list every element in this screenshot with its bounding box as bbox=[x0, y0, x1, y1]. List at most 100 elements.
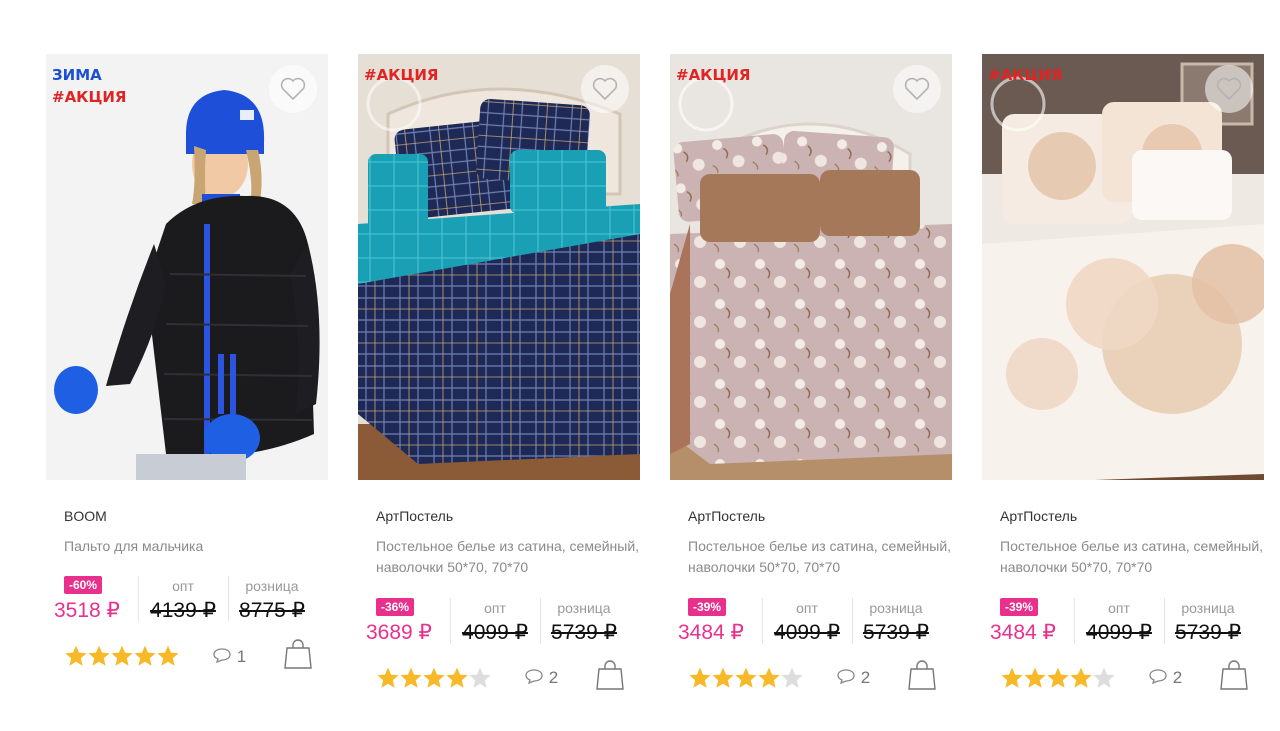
star-icon bbox=[377, 667, 399, 688]
product-title[interactable]: Пальто для мальчика bbox=[64, 536, 334, 557]
opt-price: 4099 ₽ bbox=[774, 621, 840, 644]
comments-count: 2 bbox=[1172, 668, 1183, 687]
comments-link[interactable]: 2 bbox=[524, 668, 558, 688]
add-to-cart-button[interactable] bbox=[1220, 659, 1248, 691]
discount-badge: -36% bbox=[376, 598, 415, 616]
comments-count: 2 bbox=[860, 668, 871, 687]
badge-promo: #АКЦИЯ bbox=[52, 88, 127, 106]
opt-price: 4099 ₽ bbox=[462, 621, 528, 644]
star-icon bbox=[781, 667, 803, 688]
comments-link[interactable]: 1 bbox=[212, 647, 246, 667]
favorite-button[interactable] bbox=[893, 65, 941, 113]
badge-group: ЗИМА #АКЦИЯ bbox=[52, 64, 126, 108]
current-price: 3484 ₽ bbox=[990, 621, 1056, 644]
comments-count: 2 bbox=[548, 668, 559, 687]
product-card[interactable]: #АКЦИЯ АртПостель Постельное белье из са… bbox=[982, 0, 1280, 731]
product-title[interactable]: Постельное белье из сатина, семейный, на… bbox=[376, 536, 646, 578]
badge-group: #АКЦИЯ bbox=[988, 64, 1062, 86]
retail-label: розница bbox=[869, 600, 923, 616]
bedding-photo bbox=[358, 54, 640, 480]
star-icon bbox=[111, 645, 133, 666]
shopping-bag-icon bbox=[284, 639, 312, 669]
comment-icon bbox=[525, 669, 543, 685]
product-image[interactable]: #АКЦИЯ bbox=[358, 54, 640, 480]
opt-label: опт bbox=[172, 578, 194, 594]
star-icon bbox=[1024, 667, 1046, 688]
heart-icon bbox=[904, 77, 930, 101]
price-block: -39% 3484 ₽ опт 4099 ₽ розница 5739 ₽ bbox=[674, 598, 954, 654]
shopping-bag-icon bbox=[1220, 660, 1248, 690]
favorite-button[interactable] bbox=[1205, 65, 1253, 113]
star-icon bbox=[1001, 667, 1023, 688]
star-icon bbox=[758, 667, 780, 688]
product-card[interactable]: #АКЦИЯ АртПостель Постельное белье из са… bbox=[358, 0, 658, 731]
product-brand[interactable]: АртПостель bbox=[688, 508, 765, 524]
retail-label: розница bbox=[557, 600, 611, 616]
star-icon bbox=[423, 667, 445, 688]
retail-price: 5739 ₽ bbox=[863, 621, 929, 644]
product-image[interactable]: ЗИМА #АКЦИЯ bbox=[46, 54, 328, 480]
retail-label: розница bbox=[1181, 600, 1235, 616]
current-price: 3518 ₽ bbox=[54, 599, 120, 622]
star-icon bbox=[469, 667, 491, 688]
badge-promo: #АКЦИЯ bbox=[364, 66, 439, 84]
opt-label: опт bbox=[1108, 600, 1130, 616]
discount-badge: -39% bbox=[688, 598, 727, 616]
star-icon bbox=[689, 667, 711, 688]
price-block: -39% 3484 ₽ опт 4099 ₽ розница 5739 ₽ bbox=[986, 598, 1266, 654]
product-brand[interactable]: АртПостель bbox=[1000, 508, 1077, 524]
add-to-cart-button[interactable] bbox=[908, 659, 936, 691]
product-card[interactable]: #АКЦИЯ АртПостель Постельное белье из са… bbox=[670, 0, 970, 731]
add-to-cart-button[interactable] bbox=[596, 659, 624, 691]
product-image[interactable]: #АКЦИЯ bbox=[670, 54, 952, 480]
heart-icon bbox=[592, 77, 618, 101]
comments-link[interactable]: 2 bbox=[1148, 668, 1182, 688]
comment-icon bbox=[837, 669, 855, 685]
favorite-button[interactable] bbox=[581, 65, 629, 113]
star-icon bbox=[1093, 667, 1115, 688]
badge-group: #АКЦИЯ bbox=[364, 64, 438, 86]
comment-icon bbox=[213, 648, 231, 664]
product-title[interactable]: Постельное белье из сатина, семейный, на… bbox=[1000, 536, 1270, 578]
star-icon bbox=[134, 645, 156, 666]
retail-price: 5739 ₽ bbox=[551, 621, 617, 644]
price-block: -36% 3689 ₽ опт 4099 ₽ розница 5739 ₽ bbox=[362, 598, 642, 654]
star-icon bbox=[88, 645, 110, 666]
product-image[interactable]: #АКЦИЯ bbox=[982, 54, 1264, 480]
star-icon bbox=[65, 645, 87, 666]
bedding-photo bbox=[670, 54, 952, 480]
star-icon bbox=[735, 667, 757, 688]
retail-price: 5739 ₽ bbox=[1175, 621, 1241, 644]
retail-price: 8775 ₽ bbox=[239, 599, 305, 622]
heart-icon bbox=[1216, 77, 1242, 101]
price-block: -60% 3518 ₽ опт 4139 ₽ розница 8775 ₽ bbox=[50, 576, 330, 632]
badge-season: ЗИМА bbox=[52, 66, 102, 84]
opt-label: опт bbox=[484, 600, 506, 616]
comments-count: 1 bbox=[236, 647, 247, 666]
bedding-photo bbox=[982, 54, 1264, 480]
badge-promo: #АКЦИЯ bbox=[988, 66, 1063, 84]
star-icon bbox=[1070, 667, 1092, 688]
product-brand[interactable]: АртПостель bbox=[376, 508, 453, 524]
shopping-bag-icon bbox=[908, 660, 936, 690]
retail-label: розница bbox=[245, 578, 299, 594]
add-to-cart-button[interactable] bbox=[284, 638, 312, 670]
favorite-button[interactable] bbox=[269, 65, 317, 113]
shopping-bag-icon bbox=[596, 660, 624, 690]
badge-promo: #АКЦИЯ bbox=[676, 66, 751, 84]
opt-price: 4139 ₽ bbox=[150, 599, 216, 622]
product-title[interactable]: Постельное белье из сатина, семейный, на… bbox=[688, 536, 958, 578]
discount-badge: -39% bbox=[1000, 598, 1039, 616]
comment-icon bbox=[1149, 669, 1167, 685]
star-icon bbox=[712, 667, 734, 688]
star-icon bbox=[1047, 667, 1069, 688]
badge-group: #АКЦИЯ bbox=[676, 64, 750, 86]
product-card[interactable]: ЗИМА #АКЦИЯ BOOM Пальто для мальчика -60… bbox=[46, 0, 346, 731]
comments-link[interactable]: 2 bbox=[836, 668, 870, 688]
discount-badge: -60% bbox=[64, 576, 103, 594]
product-brand[interactable]: BOOM bbox=[64, 508, 107, 524]
star-icon bbox=[400, 667, 422, 688]
heart-icon bbox=[280, 77, 306, 101]
star-icon bbox=[157, 645, 179, 666]
star-icon bbox=[446, 667, 468, 688]
